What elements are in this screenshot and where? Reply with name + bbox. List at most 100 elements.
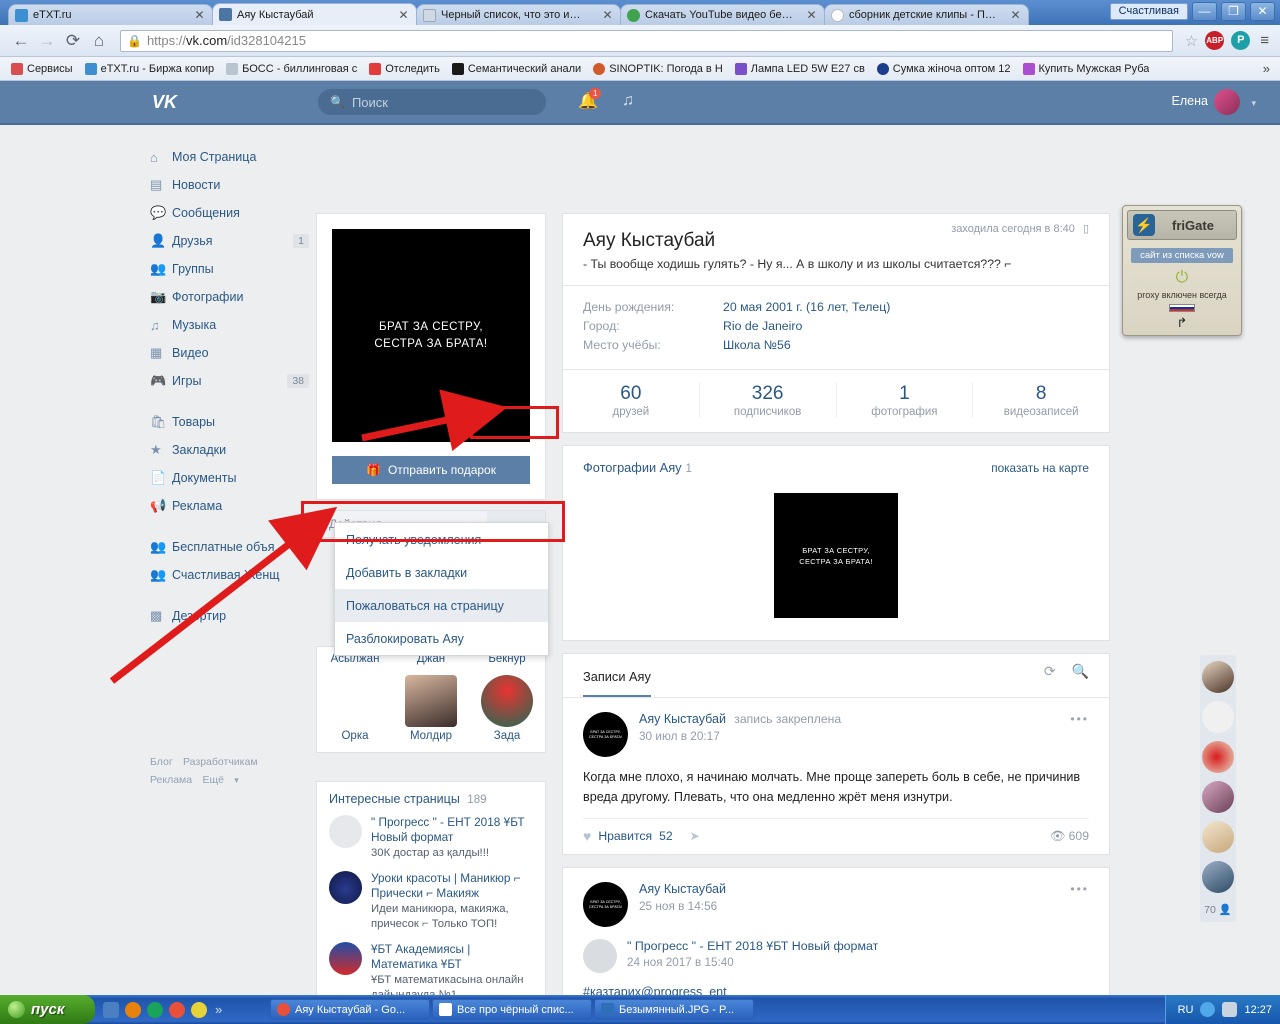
browser-tab-1[interactable]: Аяу Кыстаубай ✕ bbox=[212, 3, 417, 25]
sidebar-item-music[interactable]: ♫ Музыка bbox=[140, 311, 315, 339]
sidebar-item-games[interactable]: 🎮 Игры 38 bbox=[140, 367, 315, 395]
browser-menu-icon[interactable]: ≡ bbox=[1257, 32, 1272, 49]
bookmark-item[interactable]: Семантический анали bbox=[447, 61, 586, 77]
post-hashtag[interactable]: #казтарих@progress_ent bbox=[583, 985, 1089, 995]
reload-icon[interactable]: ⟳ bbox=[60, 28, 86, 54]
footer-link-ads[interactable]: Реклама bbox=[150, 774, 192, 786]
counter-friends[interactable]: 60 друзей bbox=[563, 382, 700, 418]
bookmark-item[interactable]: Сервисы bbox=[6, 61, 78, 77]
address-bar[interactable]: 🔒 https:// vk.com /id328104215 bbox=[120, 29, 1173, 52]
tab-close-icon[interactable]: ✕ bbox=[601, 9, 614, 21]
sidebar-item-messages[interactable]: 💬 Сообщения bbox=[140, 199, 315, 227]
chrome-icon[interactable] bbox=[169, 1001, 185, 1018]
sidebar-item-video[interactable]: ▦ Видео bbox=[140, 339, 315, 367]
post-author-avatar[interactable]: БРАТ ЗА СЕСТРУ, СЕСТРА ЗА БРАТА! bbox=[583, 712, 628, 757]
rail-avatar[interactable] bbox=[1202, 861, 1234, 893]
music-icon[interactable]: ♫ bbox=[622, 92, 634, 110]
chevron-down-icon[interactable]: ▾ bbox=[234, 775, 239, 785]
bookmark-star-icon[interactable]: ☆ bbox=[1185, 32, 1198, 50]
restore-button[interactable]: ❐ bbox=[1221, 2, 1246, 21]
show-on-map-link[interactable]: показать на карте bbox=[991, 461, 1089, 475]
friend-cell[interactable]: Молдир bbox=[398, 675, 464, 742]
bookmark-item[interactable]: eTXT.ru - Биржа копир bbox=[80, 61, 220, 77]
menu-item-add-bookmark[interactable]: Добавить в закладки bbox=[335, 556, 548, 589]
browser-tab-3[interactable]: Скачать YouTube видео бе… ✕ bbox=[620, 4, 825, 25]
tab-close-icon[interactable]: ✕ bbox=[397, 9, 410, 21]
tab-close-icon[interactable]: ✕ bbox=[193, 9, 206, 21]
rail-avatar[interactable] bbox=[1202, 701, 1234, 733]
taskbar-window-chrome[interactable]: Аяу Кыстаубай - Go... bbox=[270, 999, 430, 1020]
rail-avatar[interactable] bbox=[1202, 781, 1234, 813]
firefox-icon[interactable] bbox=[125, 1001, 141, 1018]
sidebar-item-groups[interactable]: 👥 Группы bbox=[140, 255, 315, 283]
repost-date[interactable]: 24 ноя 2017 в 15:40 bbox=[627, 956, 878, 969]
yandex-icon[interactable] bbox=[191, 1001, 207, 1018]
list-item[interactable]: " Прогресс " - ЕНТ 2018 ҰБТ Новый формат… bbox=[329, 815, 533, 861]
post-date[interactable]: 30 июл в 20:17 bbox=[639, 729, 1070, 743]
shield-icon[interactable] bbox=[1200, 1002, 1216, 1017]
menu-item-report-page[interactable]: Пожаловаться на страницу bbox=[335, 589, 548, 622]
footer-link-developers[interactable]: Разработчикам bbox=[183, 756, 258, 768]
sidebar-item-dezertir[interactable]: ▩ Дезертир bbox=[140, 602, 315, 630]
back-icon[interactable]: ← bbox=[8, 28, 34, 54]
tab-close-icon[interactable]: ✕ bbox=[805, 9, 818, 21]
counter-photos[interactable]: 1 фотография bbox=[837, 382, 974, 418]
photos-title[interactable]: Фотографии Аяу 1 bbox=[583, 460, 692, 475]
sidebar-item-happy-woman-group[interactable]: 👥 Счастливая Женщ bbox=[140, 561, 315, 589]
list-item[interactable]: ҰБТ Академиясы | Математика ҰБТ ҰБТ мате… bbox=[329, 942, 533, 995]
post-author[interactable]: Аяу Кыстаубай bbox=[639, 882, 726, 896]
sidebar-item-friends[interactable]: 👤 Друзья 1 bbox=[140, 227, 315, 255]
friend-avatar[interactable] bbox=[329, 675, 381, 727]
frigate-list-label[interactable]: сайт из списка vow bbox=[1131, 248, 1233, 263]
arrow-icon[interactable]: ↱ bbox=[1127, 315, 1237, 331]
power-icon[interactable]: ⏻ bbox=[1127, 269, 1237, 287]
photo-thumbnail[interactable]: БРАТ ЗА СЕСТРУ, СЕСТРА ЗА БРАТА! bbox=[774, 493, 898, 618]
bookmark-item[interactable]: Лампа LED 5W E27 све bbox=[730, 61, 870, 77]
rail-avatar[interactable] bbox=[1202, 661, 1234, 693]
detail-value[interactable]: 20 мая 2001 г. (16 лет, Телец) bbox=[723, 300, 890, 314]
language-indicator[interactable]: RU bbox=[1178, 1004, 1194, 1016]
opera-icon[interactable] bbox=[147, 1001, 163, 1018]
post-author-avatar[interactable]: БРАТ ЗА СЕСТРУ, СЕСТРА ЗА БРАТА! bbox=[583, 882, 628, 927]
minimize-button[interactable]: — bbox=[1192, 2, 1217, 21]
sidebar-item-news[interactable]: ▤ Новости bbox=[140, 171, 315, 199]
footer-link-more[interactable]: Ещё bbox=[202, 774, 223, 786]
sidebar-item-my-page[interactable]: ⌂ Моя Страница bbox=[140, 143, 315, 171]
send-gift-button[interactable]: 🎁 Отправить подарок bbox=[332, 456, 530, 484]
quick-launch-overflow-icon[interactable]: » bbox=[215, 1002, 222, 1017]
counter-videos[interactable]: 8 видеозаписей bbox=[973, 382, 1109, 418]
detail-value[interactable]: Школа №56 bbox=[723, 338, 791, 352]
share-icon[interactable]: ➤ bbox=[690, 829, 700, 843]
friend-avatar[interactable] bbox=[405, 675, 457, 727]
menu-item-unblock-user[interactable]: Разблокировать Аяу bbox=[335, 622, 548, 655]
taskbar-window-word[interactable]: Все про чёрный спис... bbox=[432, 999, 592, 1020]
home-icon[interactable]: ⌂ bbox=[86, 28, 112, 54]
sidebar-item-ads[interactable]: 📢 Реклама bbox=[140, 492, 315, 520]
vk-search-input[interactable]: 🔍 Поиск bbox=[318, 89, 546, 115]
notifications-button[interactable]: 🔔 1 bbox=[578, 88, 602, 111]
vk-logo-icon[interactable]: VK bbox=[152, 92, 190, 112]
rail-avatar[interactable] bbox=[1202, 741, 1234, 773]
start-button[interactable]: пуск bbox=[0, 995, 95, 1024]
post-more-button[interactable]: ••• bbox=[1070, 882, 1089, 927]
post-author[interactable]: Аяу Кыстаубай bbox=[639, 712, 726, 726]
bookmark-item[interactable]: Купить Мужская Руба bbox=[1018, 61, 1155, 77]
sidebar-item-free-ads-group[interactable]: 👥 Бесплатные объя bbox=[140, 533, 315, 561]
bookmark-item[interactable]: БОСС - биллинговая с bbox=[221, 61, 362, 77]
counter-followers[interactable]: 326 подписчиков bbox=[700, 382, 837, 418]
refresh-icon[interactable]: ⟳ bbox=[1044, 663, 1056, 680]
avatar[interactable] bbox=[1214, 89, 1240, 115]
sidebar-item-photos[interactable]: 📷 Фотографии bbox=[140, 283, 315, 311]
bookmark-item[interactable]: SINOPTIK: Погода в Н bbox=[588, 61, 728, 77]
tab-close-icon[interactable]: ✕ bbox=[1009, 9, 1022, 21]
sidebar-item-bookmarks[interactable]: ★ Закладки bbox=[140, 436, 315, 464]
friend-cell[interactable]: Орка bbox=[322, 675, 388, 742]
close-button[interactable]: ✕ bbox=[1250, 2, 1275, 21]
taskbar-window-image[interactable]: Безымянный.JPG - P... bbox=[594, 999, 754, 1020]
repost-title[interactable]: " Прогресс " - ЕНТ 2018 ҰБТ Новый формат bbox=[627, 939, 878, 953]
network-icon[interactable] bbox=[1222, 1002, 1238, 1017]
post-more-button[interactable]: ••• bbox=[1070, 712, 1089, 757]
search-icon[interactable]: 🔍 bbox=[1072, 663, 1089, 680]
pocket-icon[interactable]: P bbox=[1231, 31, 1251, 50]
browser-tab-0[interactable]: eTXT.ru ✕ bbox=[8, 4, 213, 25]
